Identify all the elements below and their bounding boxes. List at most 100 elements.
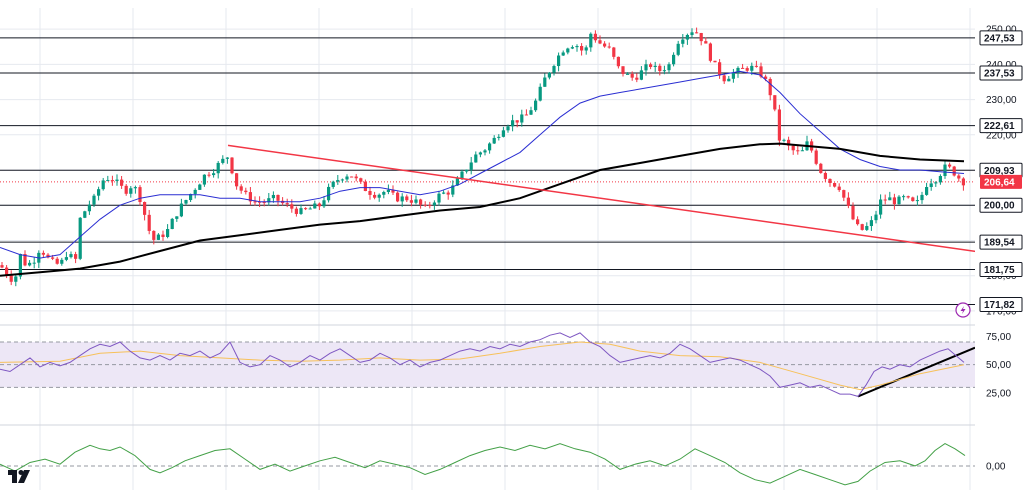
candle-body bbox=[216, 162, 220, 174]
candle bbox=[170, 217, 174, 230]
candle-body bbox=[676, 43, 680, 55]
candle-body bbox=[557, 55, 561, 67]
candle-body bbox=[658, 65, 662, 72]
chart-canvas[interactable]: 250,00240,00230,00220,00210,00200,00190,… bbox=[0, 0, 1024, 498]
candle-body bbox=[221, 158, 225, 163]
candle-body bbox=[552, 66, 556, 73]
candle bbox=[869, 216, 873, 231]
rsi-tick-label: 75,00 bbox=[986, 332, 1011, 343]
candle bbox=[699, 32, 703, 46]
candle bbox=[777, 104, 781, 147]
candle bbox=[179, 198, 183, 218]
candle bbox=[446, 190, 450, 200]
candle bbox=[616, 56, 620, 69]
candle-body bbox=[51, 257, 55, 259]
candle bbox=[842, 189, 846, 202]
candle-body bbox=[437, 193, 441, 203]
candle-body bbox=[152, 230, 156, 240]
candle-body bbox=[575, 46, 579, 48]
candle-body bbox=[672, 54, 676, 65]
candle-body bbox=[442, 192, 446, 194]
candle bbox=[32, 257, 36, 269]
candle-body bbox=[952, 166, 956, 176]
candle-body bbox=[469, 162, 473, 170]
candle bbox=[653, 61, 657, 72]
candle-body bbox=[41, 252, 45, 255]
tradingview-logo-icon bbox=[8, 470, 30, 483]
candle bbox=[230, 157, 234, 175]
moving-averages bbox=[0, 70, 965, 277]
candle-body bbox=[534, 100, 538, 111]
lightning-icon[interactable] bbox=[955, 302, 971, 318]
candle bbox=[856, 216, 860, 226]
candle-body bbox=[699, 32, 703, 42]
candle bbox=[69, 251, 73, 259]
candle-body bbox=[446, 192, 450, 195]
candle-body bbox=[754, 65, 758, 67]
candle-body bbox=[603, 43, 607, 47]
candle-body bbox=[432, 202, 436, 206]
candle bbox=[41, 250, 45, 258]
candle bbox=[902, 194, 906, 201]
candle bbox=[313, 200, 317, 209]
candle bbox=[202, 174, 206, 187]
candle-body bbox=[474, 154, 478, 163]
candle bbox=[124, 183, 128, 196]
candle bbox=[299, 204, 303, 215]
candlestick-series bbox=[0, 27, 965, 287]
candle bbox=[83, 210, 87, 219]
candle bbox=[405, 194, 409, 203]
candle bbox=[78, 217, 82, 261]
candle-body bbox=[239, 186, 243, 191]
candle-body bbox=[906, 196, 910, 198]
candle-body bbox=[768, 78, 772, 96]
candle-body bbox=[382, 191, 386, 195]
candle-body bbox=[524, 114, 528, 116]
candle bbox=[805, 135, 809, 151]
momentum-tick-label: 0,00 bbox=[986, 461, 1006, 472]
candle bbox=[377, 193, 381, 202]
candle-body bbox=[492, 137, 496, 144]
candle-body bbox=[902, 196, 906, 198]
candle-body bbox=[373, 194, 377, 198]
candle bbox=[695, 27, 699, 34]
candle-body bbox=[529, 110, 533, 115]
candle bbox=[340, 178, 344, 183]
candle-body bbox=[644, 64, 648, 71]
candle-body bbox=[170, 218, 174, 230]
candle bbox=[74, 251, 78, 264]
candle-body bbox=[368, 191, 372, 195]
candle-body bbox=[212, 173, 216, 176]
candle bbox=[133, 185, 137, 194]
candle-body bbox=[409, 200, 413, 203]
candle-body bbox=[400, 196, 404, 202]
candle bbox=[575, 44, 579, 52]
candle bbox=[911, 196, 915, 202]
candle-body bbox=[175, 216, 179, 219]
candle-body bbox=[708, 43, 712, 61]
candle bbox=[961, 177, 965, 191]
descending-trend-line[interactable] bbox=[227, 144, 1011, 258]
candle bbox=[952, 165, 956, 177]
candle bbox=[120, 175, 124, 189]
candle bbox=[483, 149, 487, 156]
candle-body bbox=[883, 199, 887, 201]
candle bbox=[207, 172, 211, 178]
candle-body bbox=[920, 194, 924, 201]
candle bbox=[612, 46, 616, 60]
candle-body bbox=[193, 189, 197, 194]
candle-body bbox=[120, 179, 124, 186]
candle-body bbox=[690, 32, 694, 35]
candle-body bbox=[856, 219, 860, 225]
candle-body bbox=[225, 157, 229, 159]
candle-body bbox=[331, 181, 335, 187]
candle-body bbox=[833, 183, 837, 187]
candle bbox=[915, 195, 919, 206]
candle bbox=[322, 196, 326, 209]
icons bbox=[8, 302, 971, 483]
candle-body bbox=[561, 52, 565, 56]
candle-body bbox=[580, 46, 584, 51]
horizontal-levels[interactable] bbox=[0, 37, 1024, 306]
level-price-tag-label: 237,53 bbox=[984, 69, 1015, 80]
candle-body bbox=[515, 120, 519, 123]
